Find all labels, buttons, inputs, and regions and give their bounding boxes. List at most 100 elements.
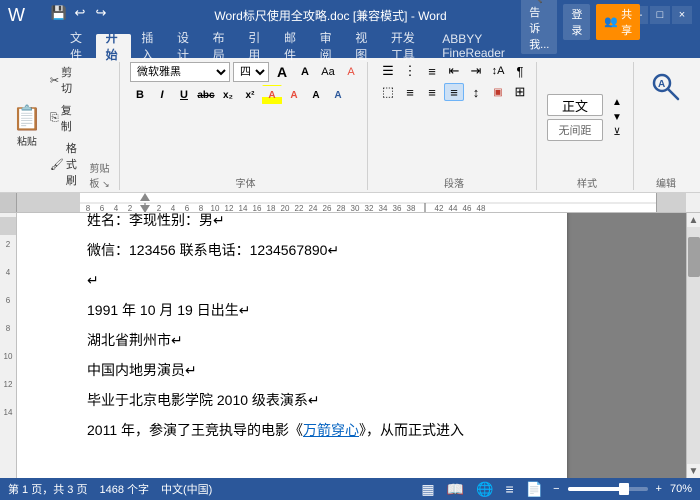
editing-group-label: 编辑 <box>656 175 676 190</box>
ribbon-tab-bar: 文件 开始 插入 设计 布局 引用 邮件 审阅 视图 开发工具 ABBYY Fi… <box>0 30 700 58</box>
underline-button[interactable]: U <box>174 85 194 105</box>
font-row2: B I U abc x₂ x² A A A A <box>130 85 361 105</box>
increase-indent-button[interactable]: ⇥ <box>466 62 486 80</box>
bullets-button[interactable]: ☰ <box>378 62 398 80</box>
styles-group-label: 样式 <box>577 175 597 190</box>
doc-link-movie[interactable]: 万箭穿心 <box>303 422 359 438</box>
numbering-button[interactable]: ⋮ <box>400 62 420 80</box>
font-name-select[interactable]: 微软雅黑 <box>130 62 230 82</box>
page-count[interactable]: 第 1 页，共 3 页 <box>8 481 87 497</box>
word-count[interactable]: 1468 个字 <box>99 481 149 497</box>
svg-text:10: 10 <box>3 352 12 361</box>
document-scroll-area[interactable]: 姓名：李现性别：男↵ 微信：123456 联系电话：1234567890↵ ↵ … <box>17 213 686 478</box>
paste-button[interactable]: 📋 粘贴 <box>10 62 44 190</box>
svg-text:2: 2 <box>157 204 162 212</box>
menu-item-file[interactable]: 文件 <box>60 34 96 58</box>
bold-button[interactable]: B <box>130 85 150 105</box>
maximize-button[interactable]: □ <box>650 6 670 24</box>
signin-button[interactable]: 登录 <box>563 4 590 40</box>
change-case-button[interactable]: Aa <box>318 62 338 82</box>
editing-group: A 编辑 <box>638 62 694 190</box>
svg-text:8: 8 <box>86 204 91 212</box>
outline-view-btn[interactable]: ≡ <box>503 481 515 497</box>
scroll-thumb[interactable] <box>688 237 700 277</box>
menu-item-design[interactable]: 设计 <box>167 34 203 58</box>
font-grow-button[interactable]: A <box>272 62 292 82</box>
doc-text-line2: 微信：123456 联系电话：1234567890↵ <box>87 242 339 258</box>
align-right-button[interactable]: ≡ <box>422 83 442 101</box>
menu-item-view[interactable]: 视图 <box>345 34 381 58</box>
svg-text:46: 46 <box>463 204 472 212</box>
italic-button[interactable]: I <box>152 85 172 105</box>
show-marks-button[interactable]: ¶ <box>510 62 530 80</box>
menu-item-abbyy[interactable]: ABBYY FineReader <box>432 34 521 58</box>
decrease-indent-button[interactable]: ⇤ <box>444 62 464 80</box>
format-painter-button[interactable]: 🖌 格式刷 <box>46 138 84 190</box>
svg-text:14: 14 <box>239 204 248 212</box>
para-row2: ⬚ ≡ ≡ ≡ ↕ ▣ ⊞ <box>378 83 530 101</box>
menu-item-references[interactable]: 引用 <box>238 34 274 58</box>
menu-item-home[interactable]: 开始 <box>96 34 132 58</box>
strikethrough-button[interactable]: abc <box>196 85 216 105</box>
font-size-select[interactable]: 四号 <box>233 62 269 82</box>
zoom-in-btn[interactable]: + <box>656 483 662 495</box>
share-button[interactable]: 👥 共享 <box>596 4 640 40</box>
sort-button[interactable]: ↕A <box>488 62 508 80</box>
styles-more[interactable]: ⊻ <box>607 125 627 140</box>
svg-text:24: 24 <box>309 204 318 212</box>
svg-text:32: 32 <box>365 204 374 212</box>
menu-item-layout[interactable]: 布局 <box>203 34 239 58</box>
font-shade-button[interactable]: A <box>306 85 326 105</box>
styles-scroll-down[interactable]: ▼ <box>607 110 627 125</box>
zoom-thumb[interactable] <box>619 483 629 495</box>
svg-text:6: 6 <box>100 204 105 212</box>
cut-button[interactable]: ✂ 剪切 <box>46 62 84 98</box>
read-view-btn[interactable]: 📖 <box>445 481 466 498</box>
language[interactable]: 中文(中国) <box>161 481 212 497</box>
menu-item-review[interactable]: 审阅 <box>310 34 346 58</box>
font-shrink-button[interactable]: A <box>295 62 315 82</box>
clear-format-button[interactable]: A <box>341 62 361 82</box>
redo-quickbtn[interactable]: ↪ <box>92 4 110 22</box>
border-button[interactable]: ⊞ <box>510 83 530 101</box>
editing-icon[interactable]: A <box>644 62 688 112</box>
align-left-button[interactable]: ⬚ <box>378 83 398 101</box>
doc-line-8: 2011 年，参演了王竞执导的电影《万箭穿心》，从而正式进入 <box>87 416 497 444</box>
scroll-down-arrow[interactable]: ▼ <box>687 464 700 478</box>
text-effect-button[interactable]: A <box>328 85 348 105</box>
print-view-btn[interactable]: ▦ <box>419 481 436 498</box>
font-color-button[interactable]: A <box>284 85 304 105</box>
subscript-button[interactable]: x₂ <box>218 85 238 105</box>
undo-quickbtn[interactable]: ↩ <box>71 4 89 22</box>
app-container: W Word标尺使用全攻略.doc [兼容模式] - Word － □ × 文件… <box>0 0 700 500</box>
web-view-btn[interactable]: 🌐 <box>474 481 495 498</box>
draft-view-btn[interactable]: 📄 <box>524 481 545 498</box>
superscript-button[interactable]: x² <box>240 85 260 105</box>
save-quickbtn[interactable]: 💾 <box>50 4 68 22</box>
multilevel-button[interactable]: ≡ <box>422 62 442 80</box>
align-center-button[interactable]: ≡ <box>400 83 420 101</box>
shading-button[interactable]: ▣ <box>488 83 508 101</box>
zoom-out-btn[interactable]: − <box>553 483 559 495</box>
doc-line-1: 姓名：李现性别：男↵ <box>87 213 497 234</box>
scroll-up-arrow[interactable]: ▲ <box>687 213 700 227</box>
line-spacing-button[interactable]: ↕ <box>466 83 486 101</box>
zoom-slider[interactable] <box>568 487 648 491</box>
styles-normal[interactable]: 正文 <box>547 94 603 116</box>
doc-text-line1: 姓名：李现性别：男↵ <box>87 213 225 228</box>
menu-item-devtools[interactable]: 开发工具 <box>381 34 432 58</box>
justify-button[interactable]: ≡ <box>444 83 464 101</box>
ruler-scrollbar-corner <box>686 193 700 212</box>
menu-item-insert[interactable]: 插入 <box>131 34 167 58</box>
text-highlight-button[interactable]: A <box>262 85 282 105</box>
zoom-level[interactable]: 70% <box>670 483 692 495</box>
svg-text:12: 12 <box>3 380 12 389</box>
styles-scroll-up[interactable]: ▲ <box>607 95 627 110</box>
styles-noSpace[interactable]: 无间距 <box>547 119 603 141</box>
close-button[interactable]: × <box>672 6 692 24</box>
vertical-scrollbar[interactable]: ▲ ▼ <box>686 213 700 478</box>
tell-me-button[interactable]: 🔍 告诉我... <box>521 0 557 54</box>
scroll-track[interactable] <box>687 227 700 464</box>
copy-button[interactable]: ⎘ 复制 <box>46 100 84 136</box>
menu-item-mailings[interactable]: 邮件 <box>274 34 310 58</box>
